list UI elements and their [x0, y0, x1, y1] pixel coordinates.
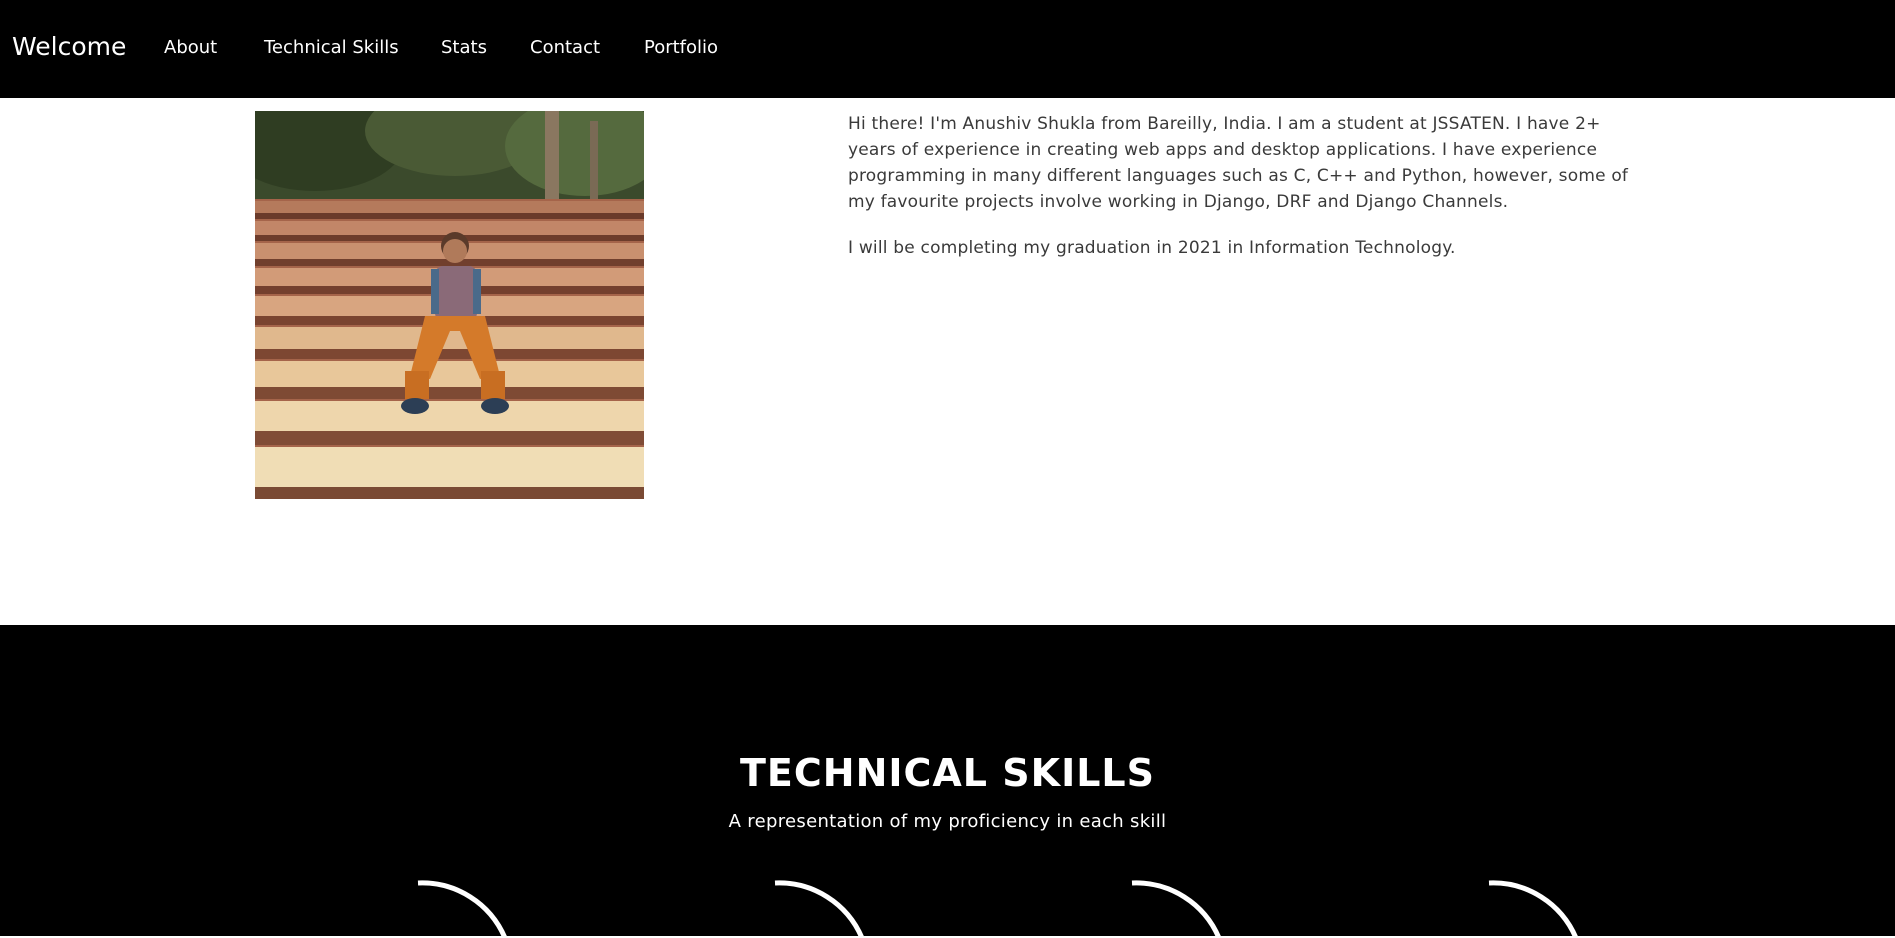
- about-text: Hi there! I'm Anushiv Shukla from Bareil…: [848, 111, 1648, 281]
- about-paragraph-intro: Hi there! I'm Anushiv Shukla from Bareil…: [848, 114, 1629, 212]
- nav-link-stats[interactable]: Stats: [441, 37, 487, 58]
- nav-link-technical-skills[interactable]: Technical Skills: [264, 37, 399, 58]
- skills-title: TECHNICAL SKILLS: [740, 751, 1155, 795]
- about-section: Hi there! I'm Anushiv Shukla from Bareil…: [0, 98, 1895, 625]
- nav-link-portfolio[interactable]: Portfolio: [644, 37, 718, 58]
- nav-link-about[interactable]: About: [164, 37, 217, 58]
- skill-gauge: [1481, 878, 1681, 938]
- technical-skills-section: TECHNICAL SKILLS A representation of my …: [0, 625, 1895, 938]
- about-paragraph-graduation: I will be completing my graduation in 20…: [848, 238, 1456, 258]
- skill-gauge: [767, 878, 967, 938]
- nav-link-contact[interactable]: Contact: [530, 37, 600, 58]
- brand-link[interactable]: Welcome: [12, 32, 126, 61]
- profile-photo: [255, 111, 644, 499]
- skills-subtitle: A representation of my proficiency in ea…: [728, 811, 1167, 832]
- navbar: Welcome About Technical Skills Stats Con…: [0, 0, 1895, 98]
- skill-gauge: [1124, 878, 1324, 938]
- skill-gauge: [410, 878, 610, 938]
